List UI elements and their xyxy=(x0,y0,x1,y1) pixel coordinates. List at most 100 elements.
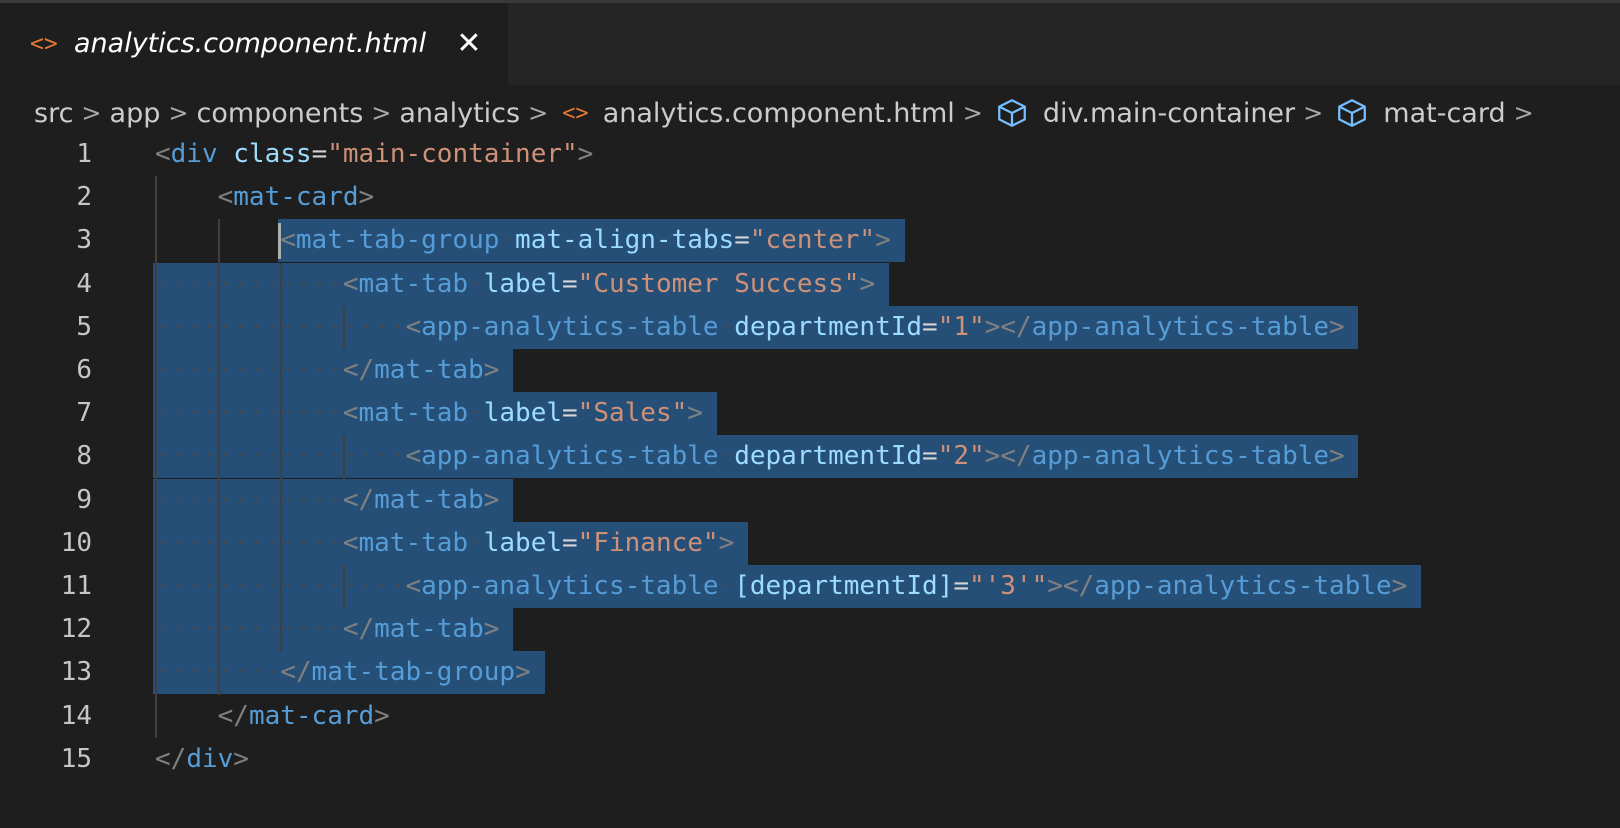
code-token: "main-container" xyxy=(327,139,578,169)
code-token: app-analytics-table xyxy=(421,441,719,472)
code-token: class xyxy=(233,139,312,169)
code-editor[interactable]: 1 <div class="main-container"> 2 <mat-card… xyxy=(0,132,1620,828)
indent-whitespace: ············ xyxy=(155,355,343,385)
line-number: 7 xyxy=(76,398,92,429)
code-token: > xyxy=(1329,441,1345,472)
code-line[interactable]: 14 </mat-card> xyxy=(0,695,1620,738)
code-line[interactable]: 12 ············</mat-tab> xyxy=(0,608,1620,651)
code-token: "Finance" xyxy=(577,527,719,558)
code-line[interactable]: 1 <div class="main-container"> xyxy=(0,133,1620,176)
code-token: · xyxy=(718,571,735,601)
indent-whitespace: ················ xyxy=(155,441,406,472)
close-icon[interactable]: ✕ xyxy=(454,29,484,59)
code-line[interactable]: 4 ············<mat-tab·label="Customer Su… xyxy=(0,263,1620,306)
html-file-icon: <> xyxy=(562,100,589,126)
line-number: 13 xyxy=(60,657,92,688)
code-token: = xyxy=(922,441,938,472)
code-line[interactable]: 7 ············<mat-tab·label="Sales"> xyxy=(0,392,1620,435)
code-text: ············</mat-tab> xyxy=(155,608,499,651)
code-token: = xyxy=(922,311,938,342)
code-token: < xyxy=(405,571,422,601)
code-token: > xyxy=(577,139,594,169)
code-token: < xyxy=(405,311,422,342)
breadcrumb-item-mat-card[interactable]: mat-card xyxy=(1383,98,1505,129)
code-token: > xyxy=(483,355,500,385)
chevron-right-icon: > xyxy=(1513,99,1534,127)
indent-whitespace: ············ xyxy=(155,484,343,515)
code-text: </mat-card> xyxy=(155,695,390,738)
chevron-right-icon: > xyxy=(528,99,549,127)
code-token: div xyxy=(170,139,218,169)
line-number: 15 xyxy=(60,743,92,774)
code-token: mat-tab-group xyxy=(295,225,500,256)
chevron-right-icon: > xyxy=(371,99,392,127)
code-token: = xyxy=(311,139,328,169)
line-number: 14 xyxy=(60,700,92,731)
breadcrumb-item-app[interactable]: app xyxy=(110,98,161,129)
breadcrumb-item-div-main-container[interactable]: div.main-container xyxy=(1043,98,1295,129)
line-number: 12 xyxy=(60,614,92,645)
code-token: mat-align-tabs xyxy=(515,225,735,256)
chevron-right-icon: > xyxy=(168,99,189,127)
line-number: 1 xyxy=(76,139,92,169)
code-token: > xyxy=(515,657,531,688)
code-token: label xyxy=(483,268,563,299)
breadcrumb-item-components[interactable]: components xyxy=(196,98,363,129)
code-text: ················<app-analytics-table·dep… xyxy=(155,435,1345,478)
line-number: 9 xyxy=(76,484,92,515)
code-text: ················<app-analytics-table·[de… xyxy=(155,565,1407,608)
breadcrumb-item-file[interactable]: analytics.component.html xyxy=(603,98,955,129)
breadcrumb-item-src[interactable]: src xyxy=(34,98,73,129)
code-line[interactable]: 15 </div> xyxy=(0,738,1620,781)
code-token: departmentId xyxy=(734,441,923,472)
code-token: mat-tab xyxy=(374,484,484,515)
code-token: < xyxy=(342,398,359,429)
code-line[interactable]: 2 <mat-card> xyxy=(0,176,1620,219)
code-line[interactable]: 3 <mat-tab-group·mat-align-tabs="center"… xyxy=(0,219,1620,262)
code-token: > xyxy=(374,700,390,731)
code-token: </ xyxy=(280,657,312,688)
code-text: ············<mat-tab·label="Finance"> xyxy=(155,522,734,565)
code-token: > xyxy=(1391,571,1408,601)
code-line[interactable]: 13 ········</mat-tab-group> xyxy=(0,651,1620,694)
code-token: · xyxy=(718,311,735,342)
code-token: </ xyxy=(342,614,375,645)
code-token: app-analytics-table xyxy=(1094,571,1392,601)
tab-analytics-component-html[interactable]: <> analytics.component.html ✕ xyxy=(0,3,508,85)
code-token: < xyxy=(405,441,422,472)
line-number: 2 xyxy=(76,182,92,213)
code-token: = xyxy=(562,268,578,299)
code-line[interactable]: 6 ············</mat-tab> xyxy=(0,349,1620,392)
text-cursor xyxy=(278,223,282,260)
code-token: mat-tab xyxy=(358,527,469,558)
code-line[interactable]: 5 ················<app-analytics-table·de… xyxy=(0,306,1620,349)
code-token: · xyxy=(718,441,735,472)
code-text: ············</mat-tab> xyxy=(155,349,499,392)
breadcrumb-item-analytics[interactable]: analytics xyxy=(399,98,520,129)
code-token: app-analytics-table xyxy=(421,571,719,601)
code-line[interactable]: 11 ················<app-analytics-table·[… xyxy=(0,565,1620,608)
code-token: = xyxy=(953,571,969,601)
code-line[interactable]: 9 ············</mat-tab> xyxy=(0,479,1620,522)
code-line[interactable]: 8 ················<app-analytics-table·de… xyxy=(0,435,1620,478)
code-token: · xyxy=(468,268,484,299)
line-number: 5 xyxy=(76,311,92,342)
tab-bar: <> analytics.component.html ✕ xyxy=(0,0,1620,85)
code-token: </ xyxy=(217,700,249,731)
code-token: app-analytics-table xyxy=(1031,441,1330,472)
code-token: < xyxy=(342,527,359,558)
code-text: ············<mat-tab·label="Sales"> xyxy=(155,392,703,435)
code-token: "center" xyxy=(749,225,876,256)
code-token: ></ xyxy=(984,441,1032,472)
code-token: < xyxy=(155,139,171,169)
code-token: departmentId xyxy=(734,311,923,342)
code-token: mat-tab xyxy=(374,614,484,645)
code-line[interactable]: 10 ············<mat-tab·label="Finance"> xyxy=(0,522,1620,565)
code-token: [departmentId] xyxy=(734,571,954,601)
code-token: < xyxy=(342,268,359,299)
code-token: </ xyxy=(342,355,375,385)
tab-title: analytics.component.html xyxy=(74,28,427,59)
